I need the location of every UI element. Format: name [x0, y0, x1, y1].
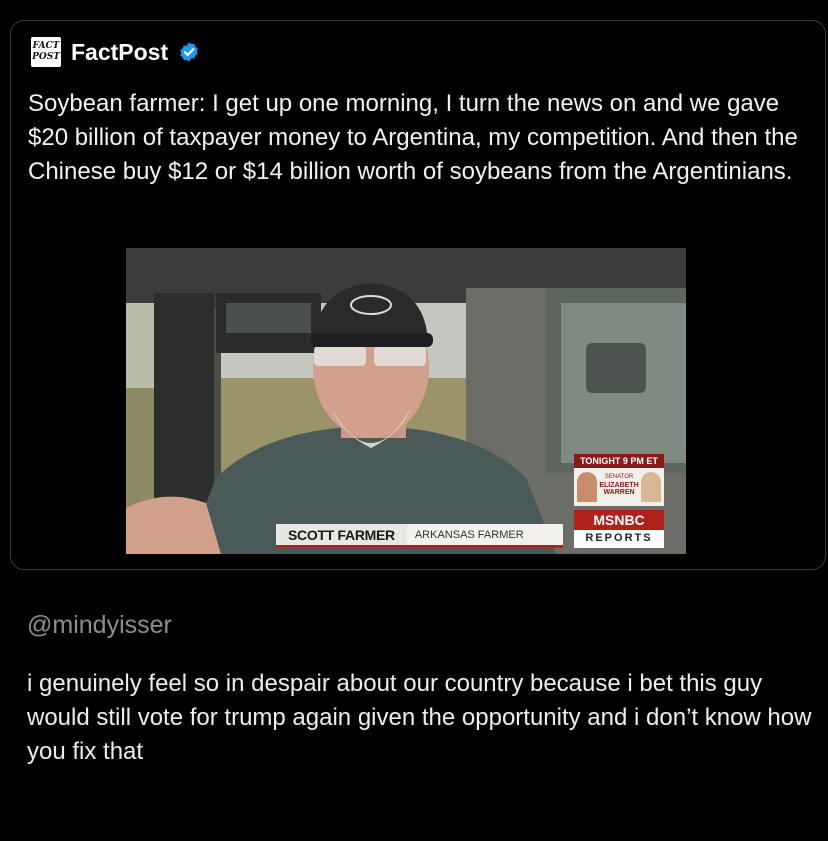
post-header: FACT POST FactPost	[31, 37, 200, 67]
embedded-post-card[interactable]: FACT POST FactPost Soybean farmer: I get…	[10, 20, 826, 570]
lower-third-title: ARKANSAS FARMER	[406, 524, 563, 548]
reply-text: i genuinely feel so in despair about our…	[27, 670, 812, 765]
account-name[interactable]: FactPost	[71, 39, 168, 66]
verified-badge-icon	[180, 42, 198, 62]
guest-portrait-right	[641, 472, 661, 502]
guest-portrait-left	[577, 472, 597, 502]
video-thumbnail[interactable]: TONIGHT 9 PM ET SENATOR ELIZABETH WARREN…	[126, 248, 686, 554]
promo-body: SENATOR ELIZABETH WARREN	[574, 468, 664, 506]
promo-guest: ELIZABETH WARREN	[599, 482, 639, 496]
promo-senator-label: SENATOR	[604, 474, 634, 480]
promo-box: TONIGHT 9 PM ET SENATOR ELIZABETH WARREN	[574, 454, 664, 506]
network-sub: REPORTS	[585, 532, 653, 544]
network-name: MSNBC	[574, 510, 664, 530]
logo-text-bottom: POST	[32, 52, 60, 62]
reply-handle[interactable]: @mindyisser	[27, 611, 172, 640]
lower-third: SCOTT FARMER ARKANSAS FARMER	[276, 524, 563, 548]
logo-text-top: FACT	[32, 41, 60, 51]
lower-third-name: SCOTT FARMER	[276, 524, 407, 548]
network-bug: MSNBC REPORTS	[574, 510, 664, 548]
post-text: Soybean farmer: I get up one morning, I …	[28, 90, 798, 185]
factpost-logo[interactable]: FACT POST	[31, 37, 61, 67]
promo-header: TONIGHT 9 PM ET	[574, 454, 664, 468]
video-scene	[126, 248, 686, 554]
